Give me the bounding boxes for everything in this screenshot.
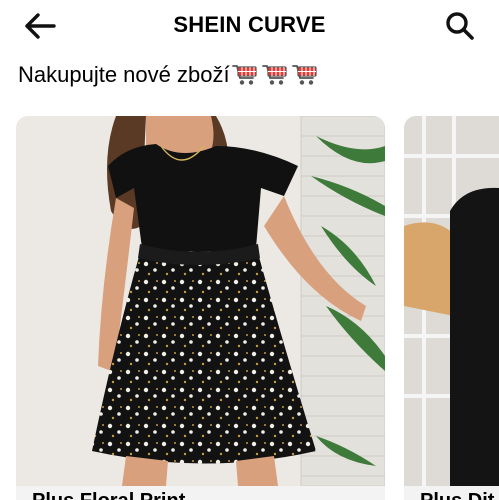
promo-text: Nakupujte nové zboží [18,62,230,87]
product-image[interactable] [404,116,499,486]
shopping-cart-icon [261,65,287,85]
top-bar: SHEIN CURVE [0,0,499,52]
product-card[interactable]: Plus Dit... [404,116,499,500]
product-name: Plus Floral Print... [32,490,202,500]
shopping-cart-icon [231,65,257,85]
product-name: Plus Dit... [420,490,499,500]
search-icon [446,12,474,40]
promo-banner[interactable]: Nakupujte nové zboží [18,60,318,90]
search-button[interactable] [440,8,480,44]
product-card[interactable]: Plus Floral Print... [16,116,385,500]
product-image[interactable] [16,116,385,486]
shopping-cart-icon [291,65,317,85]
promo-carts [231,63,318,87]
page-title: SHEIN CURVE [173,12,326,37]
product-carousel[interactable]: Plus Floral Print... Plus Dit... [0,116,499,500]
